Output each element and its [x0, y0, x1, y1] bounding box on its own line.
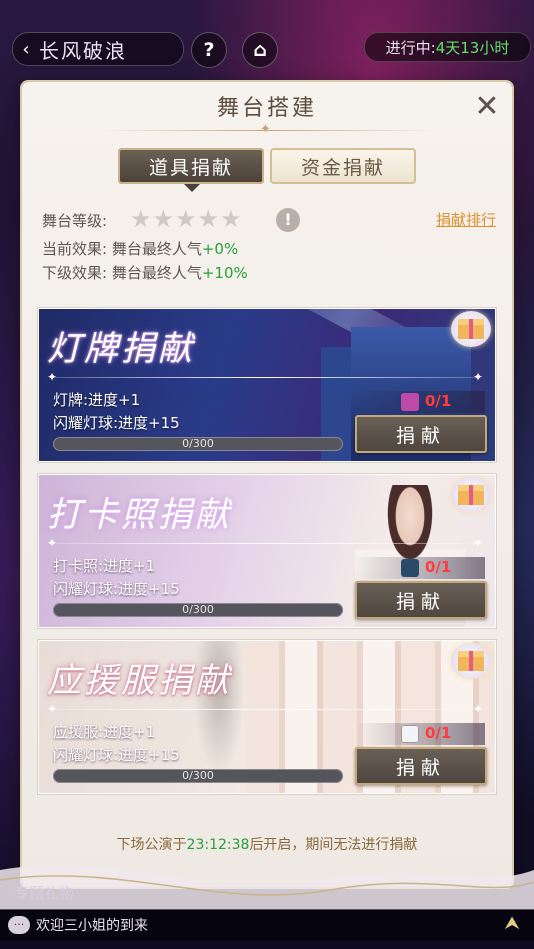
card-reward-line-1: 灯牌:进度+1: [53, 391, 141, 409]
light-sign-donation-card: 灯牌捐献 ✦ ✦ 灯牌:进度+1 闪耀灯球:进度+15 0/300 0/1 捐献: [38, 308, 496, 462]
home-button[interactable]: ⌂: [242, 32, 278, 68]
title-star-ornament-icon: ✦: [260, 122, 271, 137]
current-effect: 当前效果: 舞台最终人气+0%: [42, 238, 238, 259]
sparkle-icon: ✦: [473, 702, 484, 716]
stage-level-stars: ★ ★ ★ ★ ★: [130, 207, 243, 231]
expand-up-icon[interactable]: ⮝: [500, 913, 524, 937]
star-icon: ★: [220, 205, 242, 233]
star-icon: ★: [197, 205, 220, 233]
light-sign-icon: [401, 393, 419, 411]
gift-box-ribbon: [469, 485, 473, 505]
gift-box-icon[interactable]: [451, 477, 491, 513]
current-effect-label: 当前效果:: [42, 240, 108, 258]
back-button[interactable]: ‹ 长风破浪: [12, 32, 184, 66]
item-count-badge: [355, 723, 485, 745]
next-effect-label: 下级效果:: [42, 264, 108, 282]
star-icon: ★: [152, 205, 175, 233]
card-title: 打卡照捐献: [47, 495, 232, 535]
donation-progress-bar: 0/300: [53, 769, 343, 783]
panel-title: 舞台搭建: [216, 96, 317, 121]
sparkle-icon: ✦: [47, 370, 58, 384]
tab-fund-donation[interactable]: 资金捐献: [270, 148, 416, 184]
card-reward-line-2: 闪耀灯球:进度+15: [53, 580, 180, 598]
card-divider: [49, 709, 479, 710]
star-icon: ★: [130, 205, 152, 233]
active-tab-pointer: [184, 184, 200, 192]
donate-button[interactable]: 捐献: [355, 581, 487, 619]
support-shirt-icon: [401, 725, 419, 743]
item-count-badge: [355, 391, 485, 413]
next-effect-text: 舞台最终人气: [111, 264, 202, 282]
card-reward-line-2: 闪耀灯球:进度+15: [53, 414, 180, 432]
progress-text: 0/300: [182, 603, 214, 616]
item-count: 0/1: [425, 392, 452, 410]
card-divider: [49, 377, 479, 378]
gift-box-ribbon: [469, 319, 473, 339]
current-effect-text: 舞台最终人气: [111, 240, 202, 258]
donation-progress-bar: 0/300: [53, 437, 343, 451]
item-count: 0/1: [425, 724, 452, 742]
donation-ranking-link[interactable]: 捐献排行: [436, 209, 496, 230]
progress-text: 0/300: [182, 769, 214, 782]
panel-bottom-wave: [0, 865, 534, 910]
progress-text: 0/300: [182, 437, 214, 450]
card-divider: [49, 543, 479, 544]
event-status: 进行中: 4天13小时: [364, 32, 531, 62]
photo-donation-card: 打卡照捐献 ✦ ✦ 打卡照:进度+1 闪耀灯球:进度+15 0/300 0/1 …: [38, 474, 496, 628]
close-icon: ✕: [474, 89, 500, 124]
gift-section-label: 专题礼物: [14, 884, 75, 902]
card-title: 灯牌捐献: [47, 329, 195, 369]
sparkle-icon: ✦: [47, 536, 58, 550]
gift-box-icon[interactable]: [451, 311, 491, 347]
stage-build-panel: 舞台搭建 ✦ ✕ 道具捐献 资金捐献 舞台等级: ★ ★ ★ ★ ★ ! 捐献排…: [22, 82, 512, 887]
sparkle-icon: ✦: [473, 536, 484, 550]
gift-box-icon[interactable]: [451, 643, 491, 679]
item-count-badge: [355, 557, 485, 579]
chat-message: 欢迎三小姐的到来: [36, 918, 148, 934]
stage-level-label: 舞台等级:: [42, 212, 108, 230]
event-title: 长风破浪: [39, 38, 127, 63]
gift-box-ribbon: [469, 651, 473, 671]
card-reward-line-1: 打卡照:进度+1: [53, 557, 156, 575]
card-title: 应援服捐献: [47, 661, 232, 701]
back-arrow-icon: ‹: [22, 38, 30, 60]
chat-bar[interactable]: ··· 欢迎三小姐的到来 ⮝: [0, 909, 534, 941]
donation-progress-bar: 0/300: [53, 603, 343, 617]
info-exclamation-icon[interactable]: !: [276, 208, 300, 232]
status-remaining-time: 4天13小时: [435, 38, 510, 57]
card-reward-line-1: 应援服:进度+1: [53, 723, 156, 741]
top-bar: ‹ 长风破浪 ? ⌂ 进行中: 4天13小时: [0, 0, 534, 88]
photo-icon: [401, 559, 419, 577]
close-button[interactable]: ✕: [472, 92, 502, 122]
status-label: 进行中:: [385, 38, 436, 57]
next-effect-value: +10%: [201, 264, 248, 282]
home-icon: ⌂: [253, 39, 267, 61]
sparkle-icon: ✦: [473, 370, 484, 384]
sparkle-icon: ✦: [47, 702, 58, 716]
next-effect: 下级效果: 舞台最终人气+10%: [42, 262, 248, 283]
question-mark-icon: ?: [203, 39, 215, 61]
item-count: 0/1: [425, 558, 452, 576]
donate-button[interactable]: 捐献: [355, 747, 487, 785]
support-outfit-donation-card: 应援服捐献 ✦ ✦ 应援服:进度+1 闪耀灯球:进度+15 0/300 0/1 …: [38, 640, 496, 794]
current-effect-value: +0%: [201, 240, 239, 258]
card-reward-line-2: 闪耀灯球:进度+15: [53, 746, 180, 764]
chat-bubble-icon: ···: [8, 916, 30, 934]
tab-item-donation[interactable]: 道具捐献: [118, 148, 264, 184]
help-button[interactable]: ?: [191, 32, 227, 68]
donate-button[interactable]: 捐献: [355, 415, 487, 453]
star-icon: ★: [175, 205, 197, 233]
